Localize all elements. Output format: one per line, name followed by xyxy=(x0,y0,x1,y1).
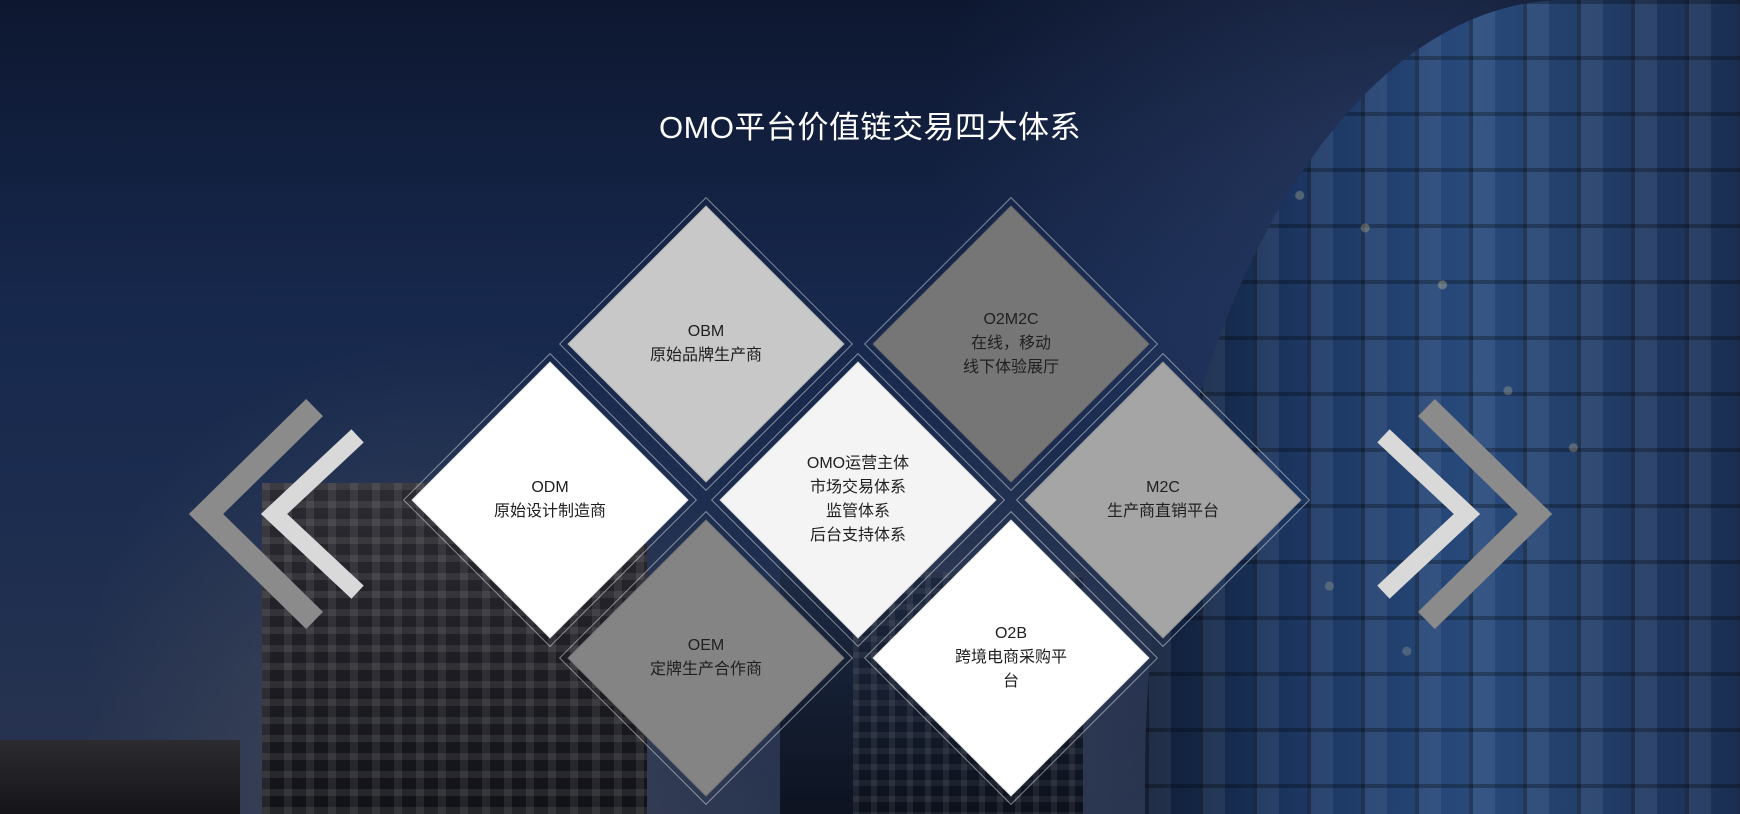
diamond-o2m2c-content: O2M2C 在线，移动 线下体验展厅 xyxy=(936,308,1086,380)
diamond-o2b-title: O2B xyxy=(994,625,1027,642)
diamond-o2m2c-line-2: 线下体验展厅 xyxy=(962,359,1059,376)
diamond-center-line-2: 监管体系 xyxy=(825,503,890,520)
diamond-odm-content: ODM 原始设计制造商 xyxy=(475,476,625,524)
diamond-m2c-title: M2C xyxy=(1146,479,1180,496)
diamond-o2m2c-line-1: 在线，移动 xyxy=(970,335,1051,352)
diamond-obm-content: OBM 原始品牌生产商 xyxy=(631,320,781,368)
diamond-center-title: OMO运营主体 xyxy=(806,455,910,472)
diamond-obm-title: OBM xyxy=(687,323,725,340)
diamond-center-line-1: 市场交易体系 xyxy=(809,479,906,496)
diamond-m2c-content: M2C 生产商直销平台 xyxy=(1088,476,1238,524)
diamond-oem-title: OEM xyxy=(687,637,725,654)
diamond-obm-line-1: 原始品牌生产商 xyxy=(649,347,762,364)
diamond-center-content: OMO运营主体 市场交易体系 监管体系 后台支持体系 xyxy=(783,452,933,548)
diamond-m2c-line-1: 生产商直销平台 xyxy=(1106,503,1219,520)
diamond-oem-content: OEM 定牌生产合作商 xyxy=(631,634,781,682)
value-chain-diagram: OBM 原始品牌生产商 O2M2C 在线，移动 线下体验展厅 ODM 原始设计制… xyxy=(0,0,1740,814)
diamond-o2b-content: O2B 跨境电商采购平 台 xyxy=(936,622,1086,694)
diamond-o2b-line-2: 台 xyxy=(1002,673,1019,690)
diamond-o2b-line-1: 跨境电商采购平 xyxy=(954,649,1067,666)
diamond-odm-title: ODM xyxy=(531,479,569,496)
diamond-center-line-3: 后台支持体系 xyxy=(809,527,906,544)
diamond-odm-line-1: 原始设计制造商 xyxy=(493,503,606,520)
diamond-o2m2c-title: O2M2C xyxy=(983,311,1039,328)
diamond-oem-line-1: 定牌生产合作商 xyxy=(649,661,762,678)
